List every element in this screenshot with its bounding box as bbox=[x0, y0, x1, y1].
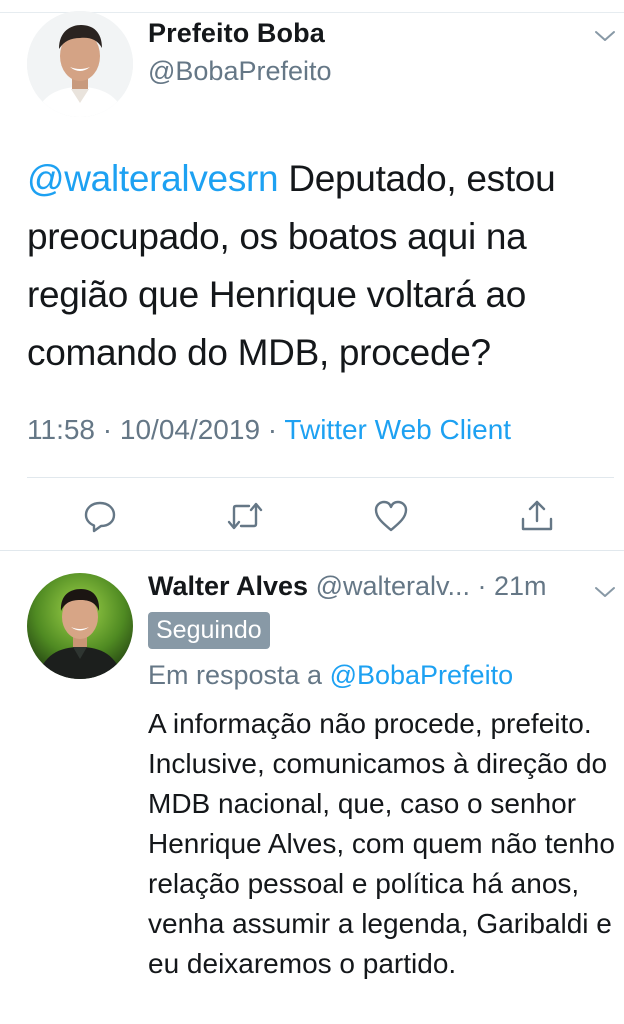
like-icon[interactable] bbox=[371, 496, 411, 536]
tweet-date: 10/04/2019 bbox=[119, 414, 261, 445]
tweet-metadata: 11:58 · 10/04/2019 · Twitter Web Client bbox=[27, 414, 511, 446]
tweet-text: @walteralvesrn Deputado, estou preocupad… bbox=[27, 150, 607, 382]
author-handle-time[interactable]: @walteralv... · 21m bbox=[308, 571, 547, 601]
in-reply-to: Em resposta a @BobaPrefeito bbox=[148, 660, 513, 691]
reply-text: A informação não procede, prefeito. Incl… bbox=[148, 708, 615, 979]
reply-tweet: Walter Alves @walteralv... · 21m Seguind… bbox=[0, 551, 624, 1024]
following-badge: Seguindo bbox=[148, 612, 270, 649]
share-icon[interactable] bbox=[517, 496, 557, 536]
author-name[interactable]: Walter Alves bbox=[148, 571, 308, 601]
retweet-icon[interactable] bbox=[225, 496, 265, 536]
main-tweet: Prefeito Boba @BobaPrefeito @walteralves… bbox=[0, 0, 624, 550]
action-bar bbox=[0, 492, 624, 540]
chevron-down-icon[interactable] bbox=[593, 582, 617, 602]
separator-dot: · bbox=[95, 414, 120, 445]
avatar[interactable] bbox=[27, 11, 133, 117]
mention-link[interactable]: @walteralvesrn bbox=[27, 158, 279, 199]
reply-icon[interactable] bbox=[80, 496, 120, 536]
profile-photo-icon bbox=[27, 573, 133, 679]
reply-header: Walter Alves @walteralv... · 21m bbox=[148, 571, 547, 602]
profile-photo-icon bbox=[27, 11, 133, 117]
in-reply-handle[interactable]: @BobaPrefeito bbox=[330, 660, 514, 690]
author-handle[interactable]: @BobaPrefeito bbox=[148, 56, 332, 87]
divider bbox=[27, 477, 614, 478]
chevron-down-icon[interactable] bbox=[593, 26, 617, 46]
client-link[interactable]: Twitter Web Client bbox=[284, 414, 511, 445]
avatar[interactable] bbox=[27, 573, 133, 679]
tweet-time: 11:58 bbox=[27, 414, 95, 445]
in-reply-label: Em resposta a bbox=[148, 660, 330, 690]
separator-dot: · bbox=[260, 414, 285, 445]
author-name[interactable]: Prefeito Boba bbox=[148, 18, 325, 49]
